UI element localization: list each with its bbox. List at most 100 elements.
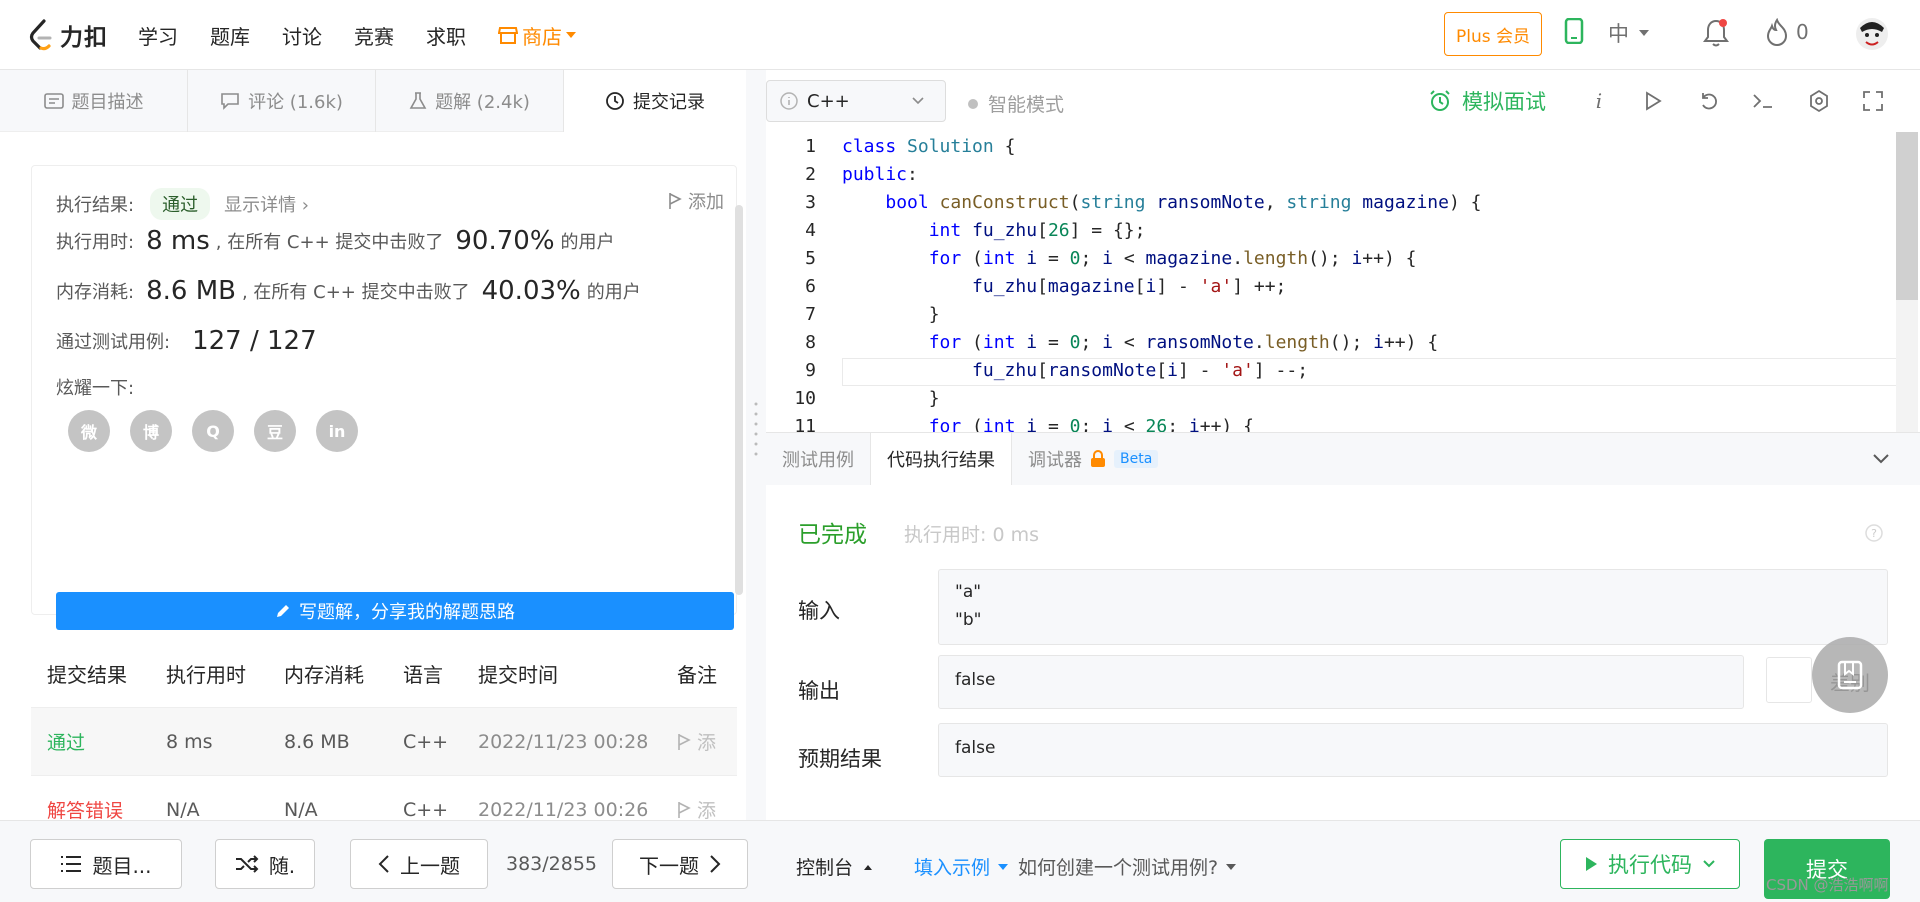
row-runtime: N/A <box>166 798 200 821</box>
language-select[interactable]: C++ <box>766 80 946 122</box>
row-note[interactable]: 添 <box>677 796 716 820</box>
row-status[interactable]: 解答错误 <box>47 796 123 820</box>
play-icon[interactable] <box>1640 88 1666 114</box>
input-box: "a" "b" <box>938 569 1888 645</box>
left-scrollbar[interactable] <box>735 205 743 595</box>
main-nav: 学习 题库 讨论 竞赛 求职 商店 <box>138 0 576 70</box>
nav-store[interactable]: 商店 <box>498 21 576 50</box>
how-create-testcase-link[interactable]: 如何创建一个测试用例? <box>1018 853 1237 880</box>
language-label: 中 <box>1608 22 1629 46</box>
bell-icon[interactable] <box>1702 18 1730 48</box>
testcases-label: 通过测试用例: <box>56 332 171 353</box>
show-details-link[interactable]: 显示详情 › <box>224 191 309 217</box>
input-label: 输入 <box>798 599 840 623</box>
tab-debugger[interactable]: 调试器 Beta <box>1012 433 1174 485</box>
diff-checkbox[interactable] <box>1766 657 1812 703</box>
code-editor[interactable]: 1 class Solution { 2 public: 3 bool canCon… <box>766 132 1920 432</box>
info-italic-icon[interactable]: i <box>1586 88 1612 114</box>
line-number: 5 <box>805 247 816 269</box>
tab-solutions[interactable]: 题解 (2.4k) <box>376 70 564 132</box>
row-note[interactable]: 添 <box>677 728 716 755</box>
chevron-down-icon <box>912 97 924 105</box>
line-number: 6 <box>805 275 816 297</box>
prev-problem-button[interactable]: 上一题 <box>350 839 488 889</box>
random-button[interactable]: 随. <box>215 839 315 889</box>
add-note-button[interactable]: 添加 <box>668 188 724 214</box>
tab-submissions[interactable]: 提交记录 <box>564 70 746 132</box>
output-box: false <box>938 655 1744 709</box>
tab-testcase[interactable]: 测试用例 <box>766 433 870 485</box>
chevron-down-icon <box>1703 860 1715 868</box>
write-solution-button[interactable]: 写题解，分享我的解题思路 <box>56 592 734 630</box>
row-language: C++ <box>403 798 449 821</box>
tab-comments[interactable]: 评论 (1.6k) <box>188 70 376 132</box>
nav-learn[interactable]: 学习 <box>138 21 178 50</box>
mock-interview-button[interactable]: 模拟面试 <box>1428 86 1546 116</box>
douban-icon[interactable]: 豆 <box>254 410 296 452</box>
linkedin-icon[interactable]: in <box>316 410 358 452</box>
info-icon <box>780 92 798 110</box>
qq-icon[interactable]: Q <box>192 410 234 452</box>
nav-discuss[interactable]: 讨论 <box>282 21 322 50</box>
notebook-icon <box>1837 660 1863 690</box>
chevron-down-icon <box>1226 863 1237 870</box>
notes-float-button[interactable] <box>1812 637 1888 713</box>
row-status[interactable]: 通过 <box>47 728 85 755</box>
svg-text:?: ? <box>1871 527 1877 540</box>
toggle-dot <box>968 98 978 109</box>
problem-counter: 383/2855 <box>506 853 598 875</box>
submission-result-card: 执行结果: 通过 显示详情 › 添加 执行用时: 8 ms , 在所有 C++ … <box>31 165 737 630</box>
streak-count: 0 <box>1796 20 1809 44</box>
plus-member-button[interactable]: Plus 会员 <box>1444 12 1542 56</box>
runtime-beat-prefix: , 在所有 C++ 提交中击败了 <box>215 232 444 253</box>
fill-example-dropdown[interactable]: 填入示例 <box>914 853 1009 880</box>
scrollbar-thumb[interactable] <box>1896 132 1918 300</box>
nav-contest[interactable]: 竞赛 <box>354 21 394 50</box>
reset-icon[interactable] <box>1696 88 1722 114</box>
pane-resize-handle[interactable] <box>746 70 766 820</box>
logo-text: 力扣 <box>60 25 108 51</box>
runtime-value: 8 ms <box>146 226 210 256</box>
terminal-icon[interactable] <box>1750 88 1776 114</box>
language-switcher[interactable]: 中 <box>1608 18 1649 48</box>
nav-problemset[interactable]: 题库 <box>210 21 250 50</box>
leetcode-logo[interactable]: 力扣 <box>28 18 108 52</box>
tab-run-result[interactable]: 代码执行结果 <box>870 433 1012 485</box>
tab-description[interactable]: 题目描述 <box>0 70 188 132</box>
beta-badge: Beta <box>1114 450 1159 468</box>
line-number: 2 <box>805 163 816 185</box>
problem-list-button[interactable]: 题目... <box>30 839 182 889</box>
avatar[interactable] <box>1854 14 1890 54</box>
streak-counter[interactable]: 0 <box>1766 18 1809 46</box>
wechat-icon[interactable]: 微 <box>68 410 110 452</box>
help-icon[interactable]: ? <box>1864 523 1884 543</box>
prev-problem-label: 上一题 <box>400 853 460 878</box>
code-line: class Solution { <box>842 135 1016 157</box>
tab-description-label: 题目描述 <box>71 92 144 113</box>
line-number: 11 <box>794 415 816 433</box>
fullscreen-icon[interactable] <box>1860 88 1886 114</box>
code-line: bool canConstruct(string ransomNote, str… <box>885 191 1482 213</box>
code-line: } <box>842 303 940 325</box>
weibo-icon[interactable]: 博 <box>130 410 172 452</box>
table-row[interactable]: 解答错误 N/A N/A C++ 2022/11/23 00:26 添 <box>31 776 737 821</box>
next-problem-button[interactable]: 下一题 <box>612 839 748 889</box>
table-row[interactable]: 通过 8 ms 8.6 MB C++ 2022/11/23 00:28 添 <box>31 708 737 776</box>
problem-list-label: 题目... <box>92 853 152 878</box>
flag-icon <box>678 733 691 750</box>
code-line: } <box>842 387 940 409</box>
mobile-icon[interactable] <box>1564 18 1584 44</box>
shuffle-icon <box>235 855 259 873</box>
run-code-button[interactable]: 执行代码 <box>1560 839 1740 889</box>
smart-mode-toggle[interactable]: 智能模式 <box>968 90 1064 117</box>
nav-jobs[interactable]: 求职 <box>426 21 466 50</box>
input-line: "a" <box>955 582 982 602</box>
runtime-label: 执行用时: <box>56 232 135 253</box>
write-solution-label: 写题解，分享我的解题思路 <box>299 602 515 623</box>
collapse-chevron-icon[interactable] <box>1872 453 1890 465</box>
clock-icon <box>606 92 624 110</box>
console-toggle[interactable]: 控制台 <box>796 853 873 880</box>
editor-scrollbar[interactable] <box>1896 132 1918 432</box>
settings-icon[interactable] <box>1806 88 1832 114</box>
flag-icon <box>669 193 682 209</box>
